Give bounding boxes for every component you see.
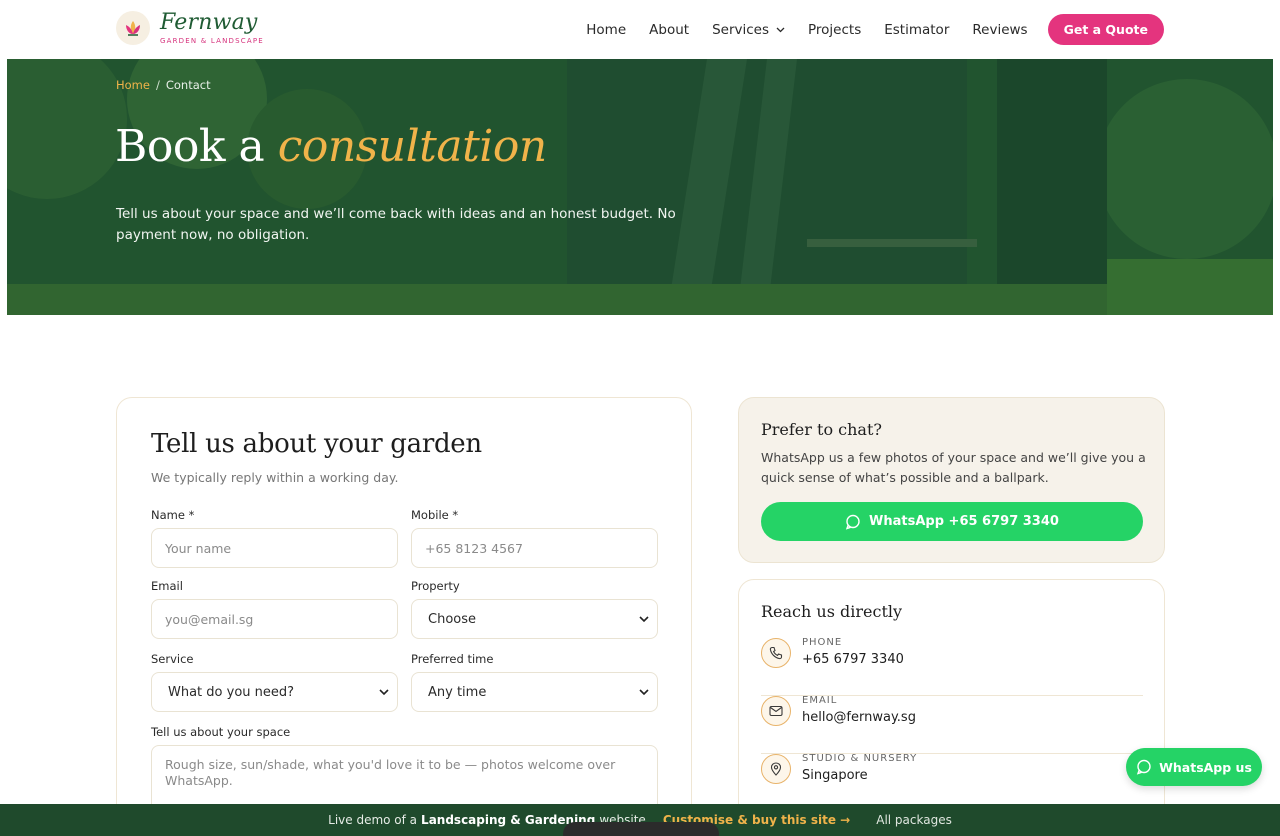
nav-services-label: Services bbox=[712, 21, 769, 38]
consultation-form: Tell us about your garden We typically r… bbox=[116, 397, 692, 836]
name-input[interactable]: Your name bbox=[151, 528, 398, 568]
form-title: Tell us about your garden bbox=[151, 429, 482, 459]
breadcrumb-separator: / bbox=[155, 78, 160, 92]
floating-whatsapp-button[interactable]: WhatsApp us bbox=[1126, 748, 1262, 786]
time-select[interactable]: Any time bbox=[411, 672, 658, 712]
hero-overlay bbox=[7, 59, 1273, 315]
breadcrumb-current: Contact bbox=[165, 78, 211, 92]
chat-text: WhatsApp us a few photos of your space a… bbox=[761, 450, 1146, 485]
hero-banner: Home / Contact Book a consultation Tell … bbox=[7, 59, 1273, 315]
hero-subtitle: Tell us about your space and we’ll come … bbox=[116, 206, 676, 243]
nav-home[interactable]: Home bbox=[586, 22, 626, 38]
reach-title: Reach us directly bbox=[761, 602, 903, 621]
breadcrumb: Home / Contact bbox=[116, 78, 211, 92]
chevron-down-icon bbox=[379, 688, 389, 695]
nav-about[interactable]: About bbox=[649, 22, 689, 38]
chat-title: Prefer to chat? bbox=[761, 420, 882, 439]
contact-label: STUDIO & NURSERY bbox=[802, 753, 918, 764]
phone-icon bbox=[761, 638, 791, 668]
site-header: Fernway GARDEN & LANDSCAPE Home About Se… bbox=[0, 0, 1280, 59]
nav-estimator[interactable]: Estimator bbox=[884, 22, 949, 38]
reach-card: Reach us directly PHONE +65 6797 3340 EM… bbox=[738, 579, 1165, 836]
service-select-value: What do you need? bbox=[168, 684, 295, 700]
time-select-value: Any time bbox=[428, 684, 487, 700]
whatsapp-button[interactable]: WhatsApp +65 6797 3340 bbox=[761, 502, 1143, 541]
contact-label: EMAIL bbox=[802, 695, 838, 706]
contact-label: PHONE bbox=[802, 637, 843, 648]
property-label: Property bbox=[411, 579, 460, 593]
get-quote-button[interactable]: Get a Quote bbox=[1047, 14, 1164, 45]
email-label: Email bbox=[151, 579, 183, 593]
mail-icon bbox=[761, 696, 791, 726]
breadcrumb-home[interactable]: Home bbox=[116, 78, 150, 92]
contact-row-phone[interactable]: PHONE +65 6797 3340 bbox=[761, 637, 1143, 696]
page-title: Book a consultation bbox=[115, 121, 547, 172]
contact-value: Singapore bbox=[802, 768, 868, 783]
brand-tagline: GARDEN & LANDSCAPE bbox=[160, 36, 264, 45]
time-label: Preferred time bbox=[411, 652, 494, 666]
chat-card: Prefer to chat? WhatsApp us a few photos… bbox=[738, 397, 1165, 563]
chevron-down-icon bbox=[776, 27, 785, 32]
brand-name: Fernway bbox=[160, 9, 258, 35]
email-input[interactable]: you@email.sg bbox=[151, 599, 398, 639]
service-select[interactable]: What do you need? bbox=[151, 672, 398, 712]
mobile-label: Mobile * bbox=[411, 508, 459, 522]
property-select[interactable]: Choose bbox=[411, 599, 658, 639]
browser-dock-toolbar[interactable] bbox=[563, 822, 719, 836]
page-title-plain: Book a bbox=[115, 121, 265, 172]
property-select-value: Choose bbox=[428, 611, 476, 627]
service-label: Service bbox=[151, 652, 194, 666]
nav-projects[interactable]: Projects bbox=[808, 22, 861, 38]
chevron-down-icon bbox=[639, 615, 649, 622]
form-subtitle: We typically reply within a working day. bbox=[151, 470, 399, 485]
whatsapp-button-label: WhatsApp +65 6797 3340 bbox=[869, 514, 1059, 529]
nav-services[interactable]: Services bbox=[712, 22, 785, 38]
chevron-down-icon bbox=[639, 688, 649, 695]
space-label: Tell us about your space bbox=[151, 725, 291, 739]
contact-value: hello@fernway.sg bbox=[802, 710, 916, 725]
main-nav: Home About Services Projects Estimator R… bbox=[563, 14, 1164, 45]
contact-value: +65 6797 3340 bbox=[802, 652, 904, 667]
all-packages-link[interactable]: All packages bbox=[876, 813, 952, 827]
contact-row-email[interactable]: EMAIL hello@fernway.sg bbox=[761, 695, 1143, 754]
nav-reviews[interactable]: Reviews bbox=[972, 22, 1027, 38]
mobile-input[interactable]: +65 8123 4567 bbox=[411, 528, 658, 568]
lotus-logo-icon bbox=[116, 11, 150, 45]
whatsapp-icon bbox=[1136, 759, 1151, 775]
logo[interactable]: Fernway GARDEN & LANDSCAPE bbox=[116, 11, 264, 45]
name-label: Name * bbox=[151, 508, 195, 522]
demo-bar-prefix: Live demo of a bbox=[328, 813, 418, 827]
whatsapp-icon bbox=[845, 514, 860, 530]
map-pin-icon bbox=[761, 754, 791, 784]
floating-whatsapp-label: WhatsApp us bbox=[1159, 759, 1252, 775]
page-title-accent: consultation bbox=[277, 121, 547, 172]
